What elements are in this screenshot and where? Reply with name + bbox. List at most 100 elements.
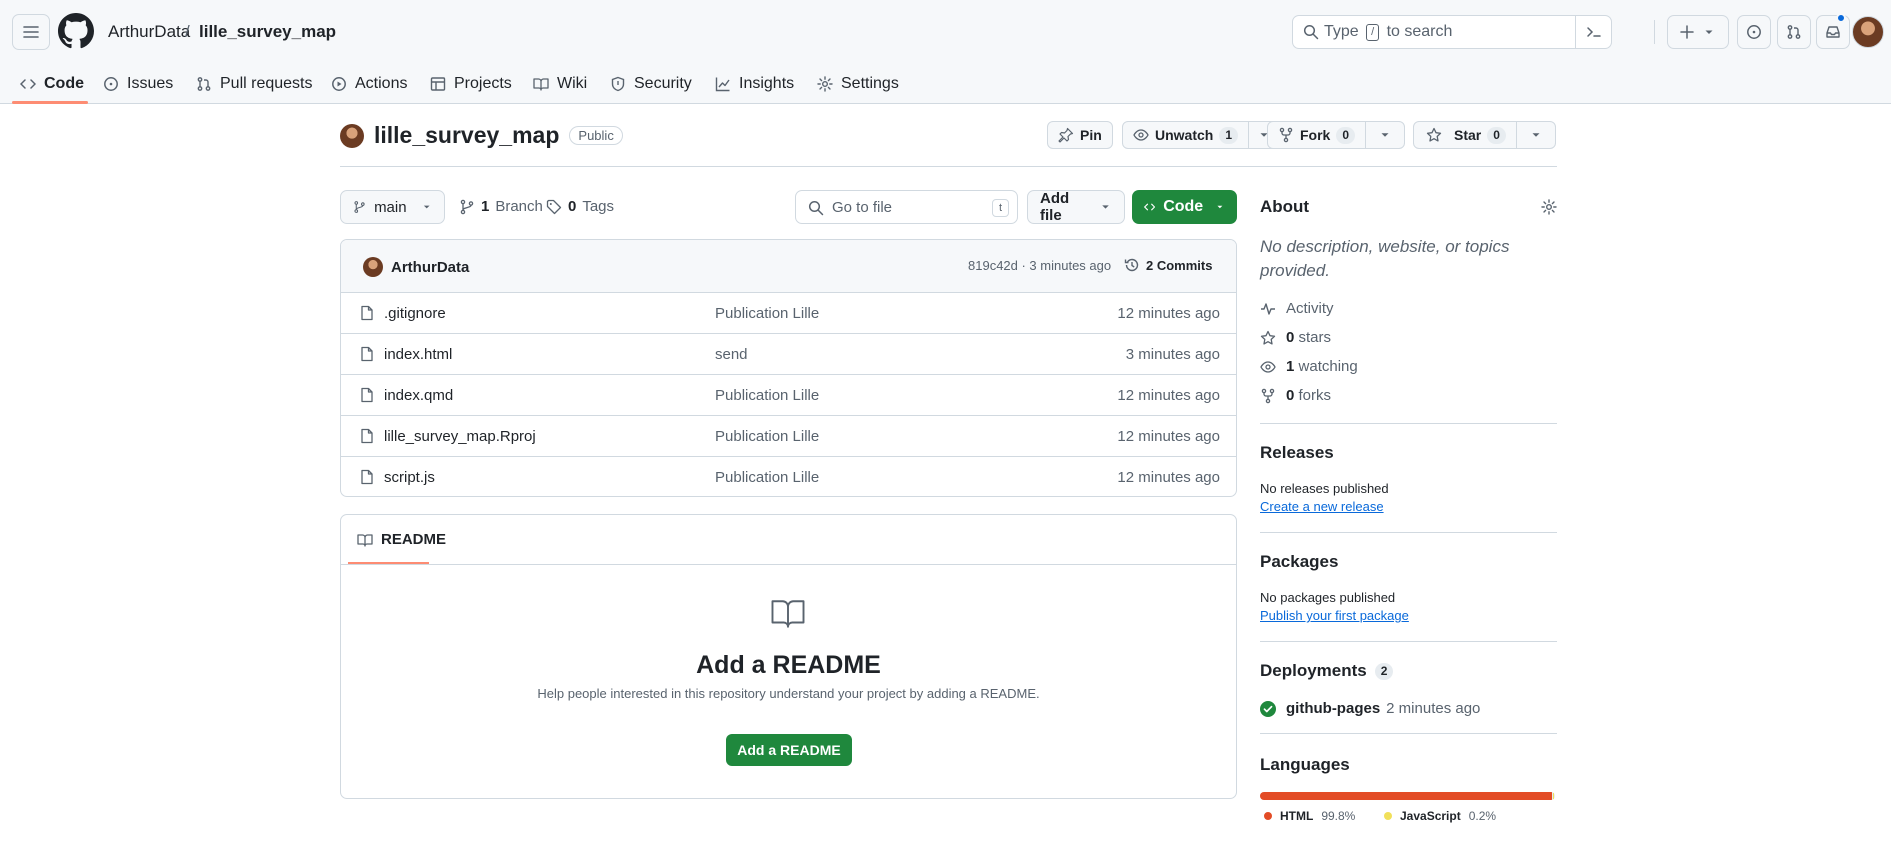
- caret-down-icon: [423, 205, 430, 209]
- fork-icon: [1279, 127, 1293, 143]
- notification-indicator: [1836, 13, 1846, 23]
- pull-requests-button[interactable]: [1777, 15, 1811, 49]
- tab-pull-requests[interactable]: Pull requests: [196, 64, 313, 104]
- eye-icon: [1260, 360, 1276, 373]
- branch-icon: [460, 199, 474, 214]
- tab-issues[interactable]: Issues: [103, 64, 173, 104]
- file-commit-message[interactable]: Publication Lille: [715, 469, 819, 486]
- user-avatar[interactable]: [1852, 16, 1884, 48]
- packages-heading[interactable]: Packages: [1260, 552, 1338, 572]
- tag-icon: [546, 199, 562, 214]
- add-readme-button[interactable]: Add a README: [726, 734, 852, 766]
- file-row[interactable]: .gitignore Publication Lille 12 minutes …: [341, 293, 1236, 334]
- file-icon: [361, 469, 373, 485]
- command-palette-button[interactable]: [1575, 16, 1611, 48]
- menu-button[interactable]: [12, 14, 50, 50]
- commit-hash-time[interactable]: 819c42d · 3 minutes ago: [968, 258, 1111, 273]
- file-name[interactable]: .gitignore: [384, 305, 446, 322]
- forks-link[interactable]: 0 forks: [1260, 387, 1331, 404]
- star-button[interactable]: Star 0: [1413, 121, 1556, 149]
- deployment-time: 2 minutes ago: [1386, 700, 1481, 717]
- tab-projects[interactable]: Projects: [430, 64, 512, 104]
- fork-dropdown[interactable]: [1365, 122, 1404, 148]
- pulse-icon: [1261, 302, 1275, 315]
- file-icon: [361, 387, 373, 403]
- file-row[interactable]: index.html send 3 minutes ago: [341, 334, 1236, 375]
- languages-heading: Languages: [1260, 755, 1350, 774]
- file-name[interactable]: index.qmd: [384, 387, 453, 404]
- language-item[interactable]: JavaScript 0.2%: [1384, 809, 1496, 823]
- tab-actions[interactable]: Actions: [331, 64, 407, 104]
- publish-package-link[interactable]: Publish your first package: [1260, 608, 1409, 623]
- search-placeholder: Type / to search: [1324, 23, 1453, 41]
- file-commit-message[interactable]: Publication Lille: [715, 428, 819, 445]
- stars-link[interactable]: 0 stars: [1260, 329, 1331, 346]
- create-new-button[interactable]: [1667, 15, 1729, 49]
- code-button[interactable]: Code: [1132, 190, 1237, 224]
- code-icon: [1144, 203, 1156, 211]
- search-icon: [1303, 24, 1319, 40]
- file-commit-message[interactable]: send: [715, 346, 748, 363]
- inbox-icon: [1826, 26, 1840, 38]
- eye-icon: [1133, 129, 1149, 141]
- watching-link[interactable]: 1 watching: [1260, 358, 1358, 375]
- play-icon: [332, 77, 346, 91]
- owner-avatar[interactable]: [340, 123, 364, 148]
- deployment-item[interactable]: github-pages 2 minutes ago: [1260, 700, 1480, 717]
- issue-icon: [1747, 25, 1761, 39]
- search-icon: [808, 200, 824, 216]
- file-commit-message[interactable]: Publication Lille: [715, 387, 819, 404]
- star-dropdown[interactable]: [1515, 122, 1555, 148]
- deployments-heading[interactable]: Deployments: [1260, 661, 1367, 681]
- tab-code[interactable]: Code: [20, 64, 84, 104]
- active-tab-indicator: [12, 101, 88, 104]
- github-logo-icon[interactable]: [58, 13, 94, 49]
- deployment-env[interactable]: github-pages: [1286, 700, 1380, 717]
- code-icon: [20, 79, 36, 89]
- file-row[interactable]: index.qmd Publication Lille 12 minutes a…: [341, 375, 1236, 416]
- gear-icon: [817, 76, 833, 92]
- file-name[interactable]: script.js: [384, 469, 435, 486]
- pin-button[interactable]: Pin: [1047, 121, 1113, 149]
- about-heading: About: [1260, 197, 1310, 216]
- tab-security[interactable]: Security: [610, 64, 692, 104]
- breadcrumb-repo[interactable]: lille_survey_map: [199, 22, 336, 42]
- breadcrumb-owner[interactable]: ArthurData: [108, 22, 190, 42]
- commit-author[interactable]: ArthurData: [363, 257, 469, 277]
- fork-button[interactable]: Fork 0: [1267, 121, 1406, 149]
- readme-empty-title: Add a README: [696, 651, 881, 679]
- tab-insights[interactable]: Insights: [715, 64, 794, 104]
- fork-count: 0: [1336, 126, 1356, 144]
- branch-selector[interactable]: main: [340, 190, 445, 224]
- create-release-link[interactable]: Create a new release: [1260, 499, 1384, 514]
- activity-link[interactable]: Activity: [1260, 300, 1334, 317]
- gear-icon[interactable]: [1541, 199, 1557, 215]
- language-item[interactable]: HTML 99.8%: [1264, 809, 1355, 823]
- issues-button[interactable]: [1737, 15, 1771, 49]
- unwatch-button[interactable]: Unwatch 1: [1122, 121, 1281, 149]
- file-row[interactable]: lille_survey_map.Rproj Publication Lille…: [341, 416, 1236, 457]
- language-bar-segment: [1260, 792, 1553, 800]
- file-commit-message[interactable]: Publication Lille: [715, 305, 819, 322]
- commits-link[interactable]: 2 Commits: [1124, 257, 1212, 273]
- file-name[interactable]: lille_survey_map.Rproj: [384, 428, 536, 445]
- releases-heading[interactable]: Releases: [1260, 443, 1334, 463]
- go-to-file-input[interactable]: Go to file t: [795, 190, 1018, 224]
- repo-name[interactable]: lille_survey_map: [374, 122, 559, 149]
- search-shortcut-key: /: [1366, 24, 1380, 41]
- file-row[interactable]: script.js Publication Lille 12 minutes a…: [341, 457, 1236, 496]
- tags-link[interactable]: 0 Tags: [546, 198, 614, 215]
- search-input[interactable]: Type / to search: [1292, 15, 1612, 49]
- file-name[interactable]: index.html: [384, 346, 452, 363]
- language-bar-segment: [1553, 792, 1554, 800]
- tab-wiki[interactable]: Wiki: [533, 64, 587, 104]
- tab-settings[interactable]: Settings: [817, 64, 899, 104]
- readme-empty-description: Help people interested in this repositor…: [537, 686, 1040, 701]
- readme-tab[interactable]: README: [357, 531, 446, 548]
- repo-title: lille_survey_map Public: [340, 122, 623, 149]
- branches-link[interactable]: 1 Branch: [459, 198, 543, 215]
- caret-down-icon: [1705, 30, 1713, 34]
- book-icon: [533, 78, 549, 91]
- branch-icon: [354, 201, 365, 213]
- add-file-button[interactable]: Add file: [1027, 190, 1125, 224]
